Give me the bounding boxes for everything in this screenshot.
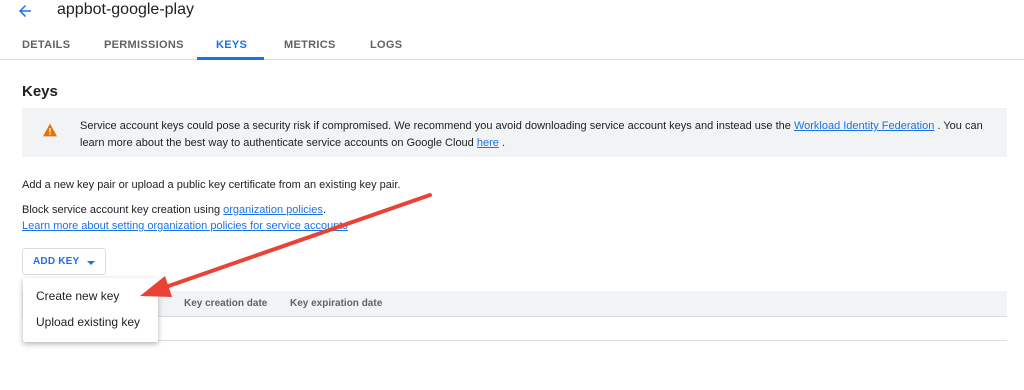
column-key-expiration-date[interactable]: Key expiration date — [290, 298, 382, 309]
tab-permissions[interactable]: PERMISSIONS — [104, 39, 184, 51]
upload-existing-key-menu-item[interactable]: Upload existing key — [23, 310, 158, 334]
here-link[interactable]: here — [477, 137, 499, 149]
add-key-button[interactable]: ADD KEY — [22, 248, 106, 275]
learn-more-org-policies-link[interactable]: Learn more about setting organization po… — [22, 220, 348, 232]
organization-policies-link[interactable]: organization policies — [223, 204, 323, 216]
add-key-description: Add a new key pair or upload a public ke… — [22, 179, 401, 191]
block-text-end: . — [322, 204, 326, 216]
arrow-back-icon[interactable] — [16, 2, 34, 20]
keys-table-header: Key creation date Key expiration date — [22, 291, 1007, 317]
tab-keys[interactable]: KEYS — [216, 39, 247, 51]
section-title: Keys — [22, 83, 58, 100]
tab-bar: DETAILS PERMISSIONS KEYS METRICS LOGS — [0, 30, 1024, 60]
warning-text-part: . — [498, 137, 506, 149]
menu-item-label: Create new key — [36, 289, 120, 303]
warning-text: Service account keys could pose a securi… — [80, 118, 992, 152]
caret-down-icon — [87, 261, 95, 265]
column-key-creation-date[interactable]: Key creation date — [184, 298, 267, 309]
page-title: appbot-google-play — [57, 1, 194, 18]
warning-icon — [43, 123, 57, 137]
active-tab-indicator — [197, 57, 264, 60]
warning-text-part: Service account keys could pose a securi… — [80, 120, 794, 132]
block-text: Block service account key creation using — [22, 204, 224, 216]
add-key-dropdown-menu: Create new key Upload existing key — [23, 278, 158, 342]
table-row — [22, 317, 1007, 341]
menu-item-label: Upload existing key — [36, 315, 141, 329]
tab-details[interactable]: DETAILS — [22, 39, 70, 51]
add-key-label: ADD KEY — [33, 256, 80, 267]
top-bar: appbot-google-play — [0, 0, 1024, 30]
learn-more-row: Learn more about setting organization po… — [22, 220, 348, 232]
create-new-key-menu-item[interactable]: Create new key — [23, 284, 158, 308]
workload-identity-federation-link[interactable]: Workload Identity Federation — [794, 120, 934, 132]
security-warning-banner: Service account keys could pose a securi… — [22, 108, 1007, 157]
tab-metrics[interactable]: METRICS — [284, 39, 336, 51]
tab-logs[interactable]: LOGS — [370, 39, 402, 51]
block-key-creation-text: Block service account key creation using… — [22, 204, 326, 216]
